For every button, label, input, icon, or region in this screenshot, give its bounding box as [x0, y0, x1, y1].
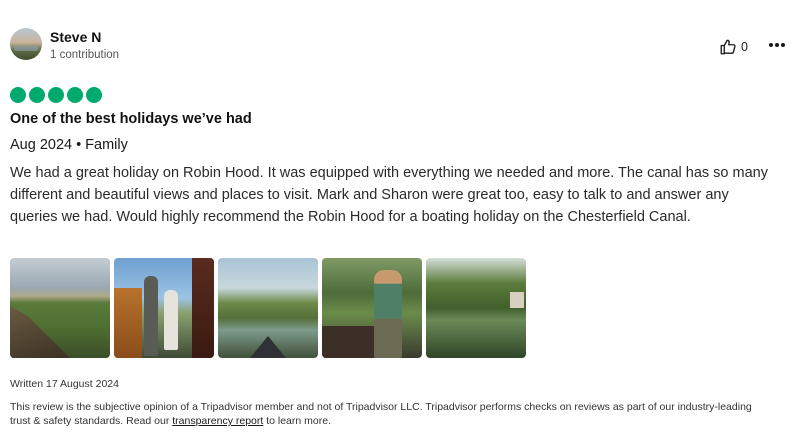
more-options-button[interactable]: [766, 36, 788, 54]
visit-date: Aug 2024: [10, 137, 73, 153]
canal-with-trees-photo[interactable]: [426, 258, 526, 358]
two-men-on-boat-deck-photo[interactable]: [114, 258, 214, 358]
review-actions: 0: [719, 38, 785, 56]
avatar[interactable]: [10, 28, 42, 60]
written-date: Written 17 August 2024: [10, 378, 119, 390]
more-dot-icon: [781, 43, 785, 47]
review-title[interactable]: One of the best holidays we’ve had: [10, 111, 252, 127]
review-header: Steve N 1 contribution 0: [10, 28, 800, 64]
rating-bubble-icon: [67, 87, 83, 103]
rating-bubble-icon: [10, 87, 26, 103]
review-body: We had a great holiday on Robin Hood. It…: [10, 165, 768, 225]
rating-bubble-icon: [86, 87, 102, 103]
transparency-report-link[interactable]: transparency report: [172, 415, 263, 427]
contribution-count: 1 contribution: [50, 49, 120, 61]
reviewer-name[interactable]: Steve N: [50, 29, 101, 45]
canal-view-from-bow-photo[interactable]: [218, 258, 318, 358]
review-meta: Aug 2024 • Family: [10, 137, 128, 153]
rating-bubbles: [10, 87, 102, 103]
canal-boat-bow-fields-photo[interactable]: [10, 258, 110, 358]
rating-bubble-icon: [29, 87, 45, 103]
trip-type: Family: [85, 137, 128, 153]
review-photos: [10, 258, 526, 358]
more-dot-icon: [769, 43, 773, 47]
thumbs-up-icon[interactable]: [719, 38, 737, 56]
meta-separator: •: [76, 137, 82, 153]
disclaimer-text-end: to learn more.: [263, 415, 331, 427]
more-dot-icon: [775, 43, 779, 47]
rating-bubble-icon: [48, 87, 64, 103]
child-fishing-from-boat-photo[interactable]: [322, 258, 422, 358]
review-disclaimer: This review is the subjective opinion of…: [10, 400, 770, 428]
helpful-vote-count: 0: [741, 40, 748, 54]
disclaimer-text: This review is the subjective opinion of…: [10, 401, 752, 427]
